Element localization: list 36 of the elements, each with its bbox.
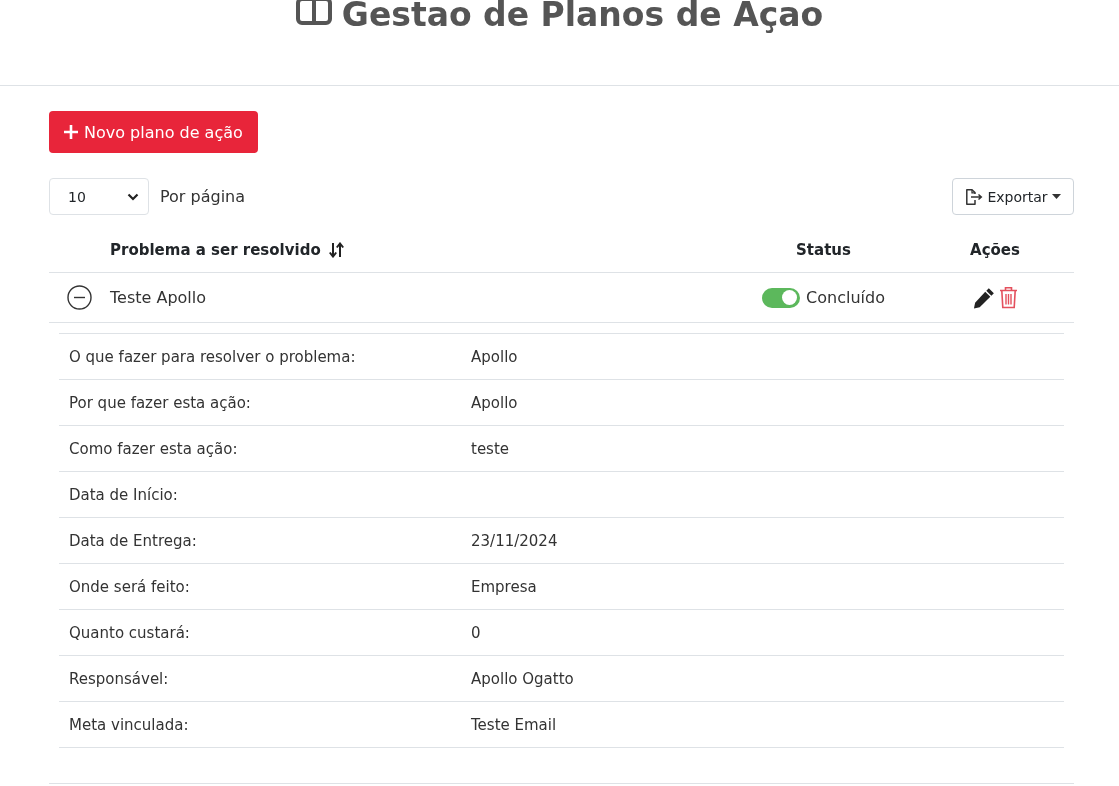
columns-icon [295,0,332,25]
detail-value: 23/11/2024 [471,531,558,550]
chevron-down-icon [127,192,139,201]
plus-icon [64,125,78,139]
detail-label: Quanto custará: [69,623,190,642]
trash-icon[interactable] [998,286,1018,309]
column-header: Status [796,241,851,259]
caret-down-icon [1051,194,1061,199]
detail-label: Data de Entrega: [69,531,197,550]
minus-circle-icon[interactable] [67,285,92,310]
table-cell: Teste Apollo [110,288,206,307]
detail-value: Apollo Ogatto [471,669,574,688]
export-button[interactable]: Exportar [952,178,1074,215]
per-page-label: Por página [160,187,246,206]
column-header: Ações [970,241,1020,259]
detail-value: 0 [471,623,481,642]
detail-value: Apollo [471,347,518,366]
column-header: Problema a ser resolvido [110,241,321,259]
detail-label: O que fazer para resolver o problema: [69,347,356,366]
detail-value: Empresa [471,577,537,596]
detail-value: teste [471,439,510,458]
detail-label: Meta vinculada: [69,715,189,734]
detail-value: Teste Email [471,715,557,734]
detail-label: Como fazer esta ação: [69,439,238,458]
detail-label: Data de Início: [69,485,178,504]
pencil-icon[interactable] [972,286,995,309]
detail-label: Por que fazer esta ação: [69,393,251,412]
status-label: Concluído [806,288,885,307]
new-plan-button[interactable]: Novo plano de ação [49,111,258,153]
detail-value: Apollo [471,393,518,412]
sort-icon[interactable] [328,242,344,258]
page-size-select[interactable]: 10 [49,178,149,215]
detail-label: Responsável: [69,669,169,688]
detail-label: Onde será feito: [69,577,190,596]
file-export-icon [965,188,984,205]
status-toggle[interactable] [762,287,801,308]
